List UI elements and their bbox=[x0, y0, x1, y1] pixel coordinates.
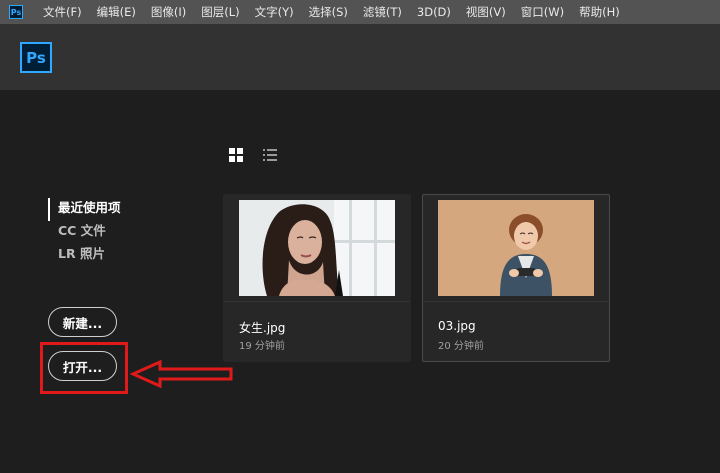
sidebar-item-lr-photos[interactable]: LR 照片 bbox=[48, 244, 121, 267]
menu-file[interactable]: 文件(F) bbox=[43, 4, 82, 20]
file-time: 20 分钟前 bbox=[438, 341, 484, 352]
photoshop-app-icon: Ps bbox=[9, 5, 23, 19]
menu-window[interactable]: 窗口(W) bbox=[521, 4, 564, 20]
list-view-icon[interactable] bbox=[263, 148, 277, 162]
menu-filter[interactable]: 滤镜(T) bbox=[363, 4, 402, 20]
menu-help[interactable]: 帮助(H) bbox=[579, 4, 620, 20]
new-button[interactable]: 新建... bbox=[48, 307, 117, 337]
sidebar-nav: 最近使用项 CC 文件 LR 照片 bbox=[48, 198, 121, 267]
recent-file-card[interactable]: 女生.jpg 19 分钟前 bbox=[223, 194, 411, 362]
menu-bar: Ps 文件(F) 编辑(E) 图像(I) 图层(L) 文字(Y) 选择(S) 滤… bbox=[0, 0, 720, 24]
menu-image[interactable]: 图像(I) bbox=[151, 4, 186, 20]
menu-select[interactable]: 选择(S) bbox=[309, 4, 348, 20]
menu-layer[interactable]: 图层(L) bbox=[201, 4, 239, 20]
file-time: 19 分钟前 bbox=[239, 341, 285, 352]
recent-file-card[interactable]: 03.jpg 20 分钟前 bbox=[422, 194, 610, 362]
menu-edit[interactable]: 编辑(E) bbox=[97, 4, 136, 20]
start-header: Ps bbox=[0, 24, 720, 90]
sidebar-item-recent[interactable]: 最近使用项 bbox=[48, 198, 121, 221]
photoshop-logo: Ps bbox=[20, 42, 52, 73]
file-name: 03.jpg bbox=[438, 319, 476, 333]
menu-3d[interactable]: 3D(D) bbox=[417, 5, 451, 19]
file-name: 女生.jpg bbox=[239, 321, 286, 335]
arrow-annotation-icon bbox=[130, 360, 233, 388]
grid-view-icon[interactable] bbox=[229, 148, 243, 162]
menu-view[interactable]: 视图(V) bbox=[466, 4, 506, 20]
sidebar-item-cc-files[interactable]: CC 文件 bbox=[48, 221, 121, 244]
menu-type[interactable]: 文字(Y) bbox=[255, 4, 294, 20]
file-thumbnail-boy bbox=[438, 200, 594, 296]
file-thumbnail-woman bbox=[239, 200, 395, 296]
open-button-highlight bbox=[40, 342, 128, 394]
